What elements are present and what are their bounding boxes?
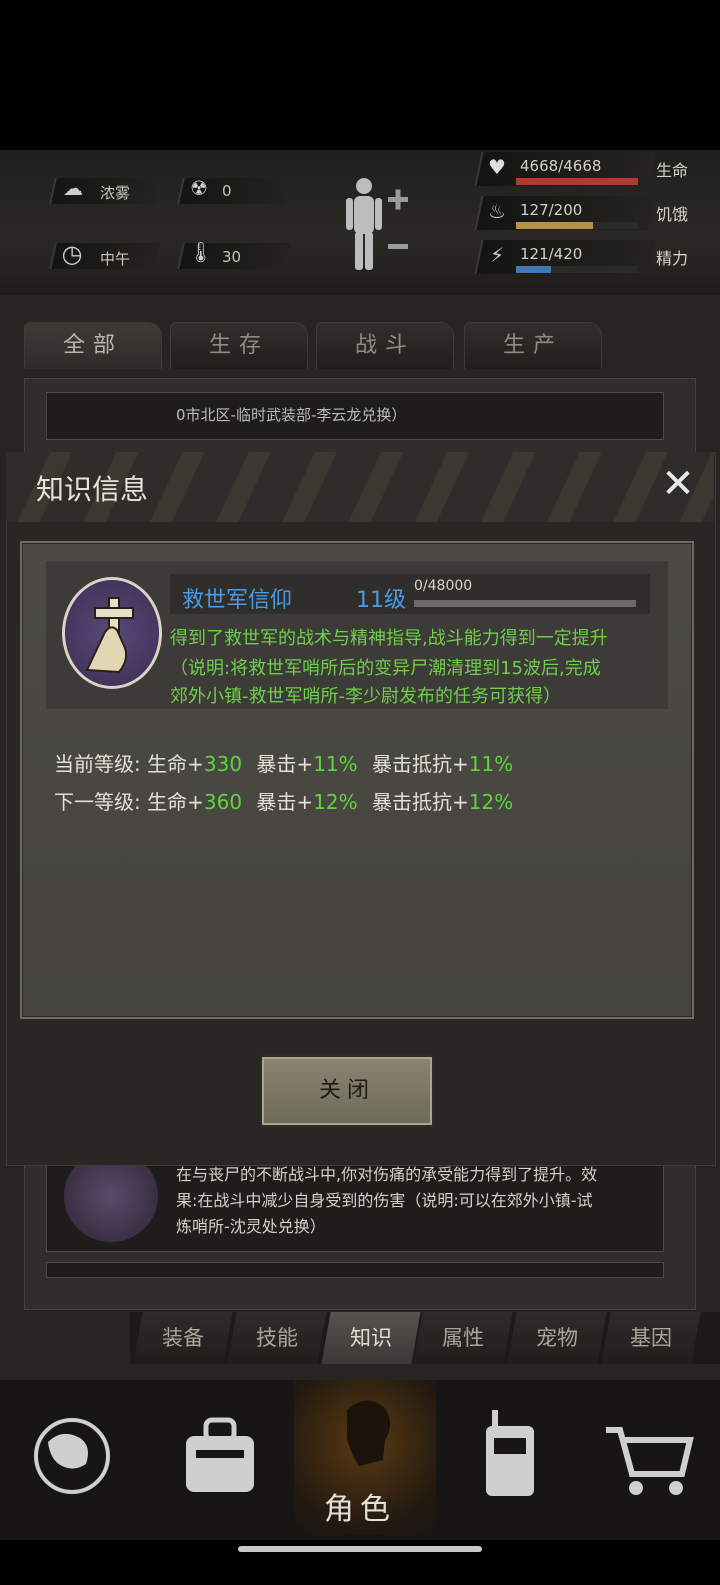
knowledge-note-1: （说明:将救世军哨所后的变异尸潮清理到15波后,完成 [170, 658, 601, 679]
knowledge-level: 11级 [356, 588, 406, 613]
health-value: 4668/4668 [520, 157, 602, 175]
subtab-attributes[interactable]: 属性 [413, 1312, 513, 1364]
hunger-value: 127/200 [520, 201, 583, 219]
stomach-icon: ♨ [488, 199, 506, 223]
clock-icon: ◷ [61, 240, 83, 268]
subtab-skills[interactable]: 技能 [227, 1312, 327, 1364]
subtab-genes[interactable]: 基因 [601, 1312, 701, 1364]
thermometer-icon: 🌡 [188, 240, 214, 264]
hunger-bar-fill [516, 222, 594, 229]
health-bar [516, 178, 638, 185]
nav-backpack[interactable] [150, 1380, 292, 1535]
nav-character-label: 角色 [324, 1492, 396, 1527]
nav-character[interactable]: 角色 [294, 1380, 436, 1535]
knowledge-description: 得到了救世军的战术与精神指导,战斗能力得到一定提升 [170, 628, 608, 649]
temperature-value: 30 [222, 248, 242, 266]
hunger-label: 饥饿 [656, 205, 689, 224]
current-level-stats: 当前等级: 生命+330 暴击+11% 暴击抵抗+11% [54, 752, 514, 776]
head-profile-icon [347, 1400, 390, 1466]
energy-bar-fill [516, 266, 552, 273]
next-level-stats: 下一等级: 生命+360 暴击+12% 暴击抵抗+12% [54, 790, 514, 814]
knowledge-name: 救世军信仰 [182, 588, 293, 613]
tab-all[interactable]: 全部 [24, 322, 162, 369]
subtab-knowledge[interactable]: 知识 [321, 1312, 421, 1364]
weather-text: 浓雾 [100, 184, 131, 202]
progress-bar [414, 600, 636, 607]
backpack-icon [186, 1417, 254, 1492]
radiation-value: 0 [222, 182, 232, 200]
cart-icon [606, 1427, 694, 1495]
knowledge-note-2: 郊外小镇-救世军哨所-李少尉发布的任务可获得） [170, 686, 561, 707]
globe-icon [34, 1418, 110, 1494]
nav-shop[interactable] [578, 1380, 720, 1535]
health-label: 生命 [656, 161, 689, 180]
subtab-pets[interactable]: 宠物 [507, 1312, 607, 1364]
energy-label: 精力 [656, 249, 689, 268]
list-item-text: 0市北区-临时武装部-李云龙兑换） [176, 406, 407, 424]
energy-value: 121/420 [520, 245, 583, 263]
top-blank [0, 0, 720, 150]
close-button[interactable]: 关闭 [260, 1055, 434, 1127]
modal-title: 知识信息 [36, 473, 149, 506]
radiation-icon: ☢ [190, 176, 208, 200]
tab-production[interactable]: 生产 [464, 322, 602, 369]
time-text: 中午 [100, 250, 131, 268]
walkie-talkie-icon [486, 1410, 534, 1496]
cloud-icon: ☁ [63, 176, 83, 200]
list-item[interactable] [46, 1262, 664, 1278]
home-indicator[interactable] [238, 1546, 482, 1552]
progress-text: 0/48000 [414, 578, 473, 594]
praying-hands-cross-icon [62, 577, 162, 689]
subtab-equipment[interactable]: 装备 [133, 1312, 233, 1364]
nav-radio[interactable] [432, 1380, 574, 1535]
tab-combat[interactable]: 战斗 [316, 322, 454, 369]
nav-world[interactable] [0, 1380, 142, 1535]
lightning-icon: ⚡ [489, 243, 505, 267]
body-status-icon[interactable] [342, 174, 412, 274]
hunger-bar [516, 222, 638, 229]
list-item-description: 在与丧尸的不断战斗中,你对伤痛的承受能力得到了提升。效 果:在战斗中减少自身受到… [176, 1165, 598, 1236]
close-icon[interactable]: ✕ [660, 464, 696, 504]
energy-bar [516, 266, 638, 273]
health-bar-fill [516, 178, 638, 185]
tab-survival[interactable]: 生存 [170, 322, 308, 369]
heart-icon: ♥ [488, 155, 506, 179]
